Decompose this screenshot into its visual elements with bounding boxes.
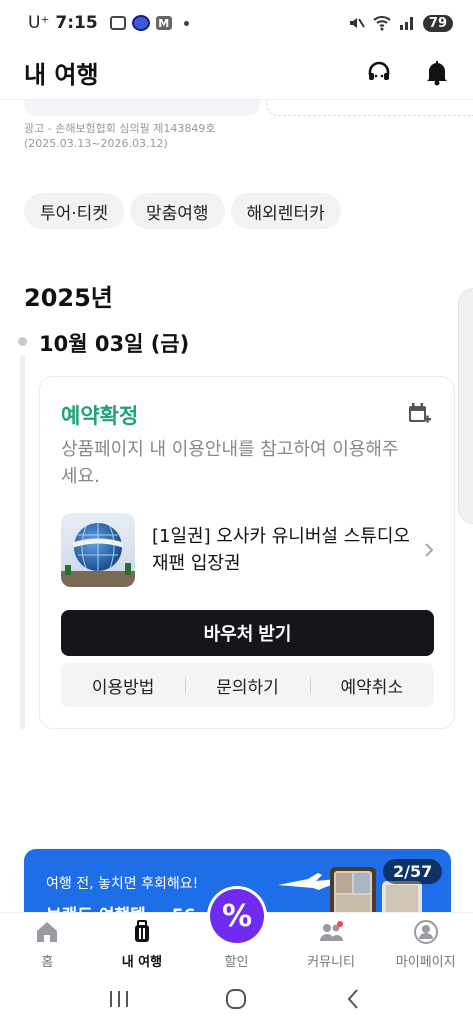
- ad-disclosure-period: (2025.03.13~2026.03.12): [24, 137, 168, 150]
- year-heading: 2025년: [24, 284, 113, 312]
- mute-icon: [349, 18, 365, 28]
- nav-my-page-label: 마이페이지: [395, 955, 456, 970]
- get-voucher-button[interactable]: 바우처 받기: [61, 610, 434, 656]
- suitcase-icon: [134, 920, 149, 942]
- how-to-use-button[interactable]: 이용방법: [61, 673, 185, 698]
- nav-discount-label: 할인: [224, 955, 249, 970]
- signal-icon: [399, 17, 413, 30]
- ad-banner-edge[interactable]: [24, 100, 260, 116]
- calendar-add-icon: [409, 403, 431, 423]
- chip-custom-trip[interactable]: 맞춤여행: [129, 193, 225, 229]
- product-name: [1일권] 오사카 유니버설 스튜디오 재팬 입장권: [152, 526, 410, 574]
- bell-icon: [427, 60, 447, 85]
- chip-tour-ticket[interactable]: 투어·티켓: [24, 193, 124, 229]
- booking-status: 예약확정: [61, 404, 139, 428]
- app-header: 내 여행: [0, 46, 473, 100]
- usage-guide-text: 상품페이지 내 이용안내를 참고하여 이용해주세요.: [61, 439, 399, 487]
- side-panel-handle[interactable]: [458, 288, 473, 524]
- recent-apps-icon[interactable]: [107, 989, 131, 1009]
- notifications-button[interactable]: [423, 59, 451, 87]
- category-chips: 투어·티켓 맞춤여행 해외렌터카: [24, 193, 341, 229]
- product-row[interactable]: [1일권] 오사카 유니버설 스튜디오 재팬 입장권: [61, 512, 436, 588]
- inquiry-button[interactable]: 문의하기: [185, 673, 309, 698]
- community-icon: [320, 921, 344, 941]
- status-right: 79: [347, 14, 453, 32]
- header-actions: [365, 59, 451, 87]
- cancel-booking-button[interactable]: 예약취소: [309, 673, 434, 698]
- timeline-line: [20, 355, 25, 729]
- timeline-dot: [18, 337, 27, 346]
- system-navigation-bar: [0, 974, 473, 1024]
- nav-home-label: 홈: [41, 955, 54, 970]
- discount-badge-icon[interactable]: %: [210, 889, 264, 943]
- screenshot-icon: [109, 16, 126, 30]
- profile-icon: [413, 920, 438, 944]
- carrier-label: U⁺: [28, 13, 50, 33]
- battery-icon: 79: [422, 14, 453, 32]
- status-left: U⁺ 7:15 M: [28, 13, 189, 33]
- booking-actions: 이용방법 문의하기 예약취소: [61, 663, 434, 707]
- ad-disclosure-line: 광고 - 손해보험협회 심의필 제143849호: [24, 122, 216, 135]
- nav-my-trips-label: 내 여행: [121, 955, 163, 970]
- booking-card: 예약확정 상품페이지 내 이용안내를 참고하여 이용해주세요. [1일권] 오사…: [39, 376, 455, 729]
- chevron-right-icon: [425, 543, 434, 557]
- back-icon[interactable]: [342, 987, 366, 1011]
- banner-subtitle: 여행 전, 놓치면 후회해요!: [46, 876, 199, 892]
- ad-disclosure: 광고 - 손해보험협회 심의필 제143849호 (2025.03.13~202…: [24, 121, 324, 151]
- nav-community-label: 커뮤니티: [307, 955, 355, 970]
- add-to-calendar-button[interactable]: [406, 401, 432, 427]
- product-thumbnail: [61, 513, 135, 587]
- support-headset-icon: [368, 61, 390, 80]
- universal-globe-image: [61, 513, 135, 587]
- support-button[interactable]: [365, 59, 393, 87]
- m-app-icon: M: [155, 16, 172, 30]
- app-badge-icon: [131, 15, 150, 31]
- wifi-icon: [373, 16, 391, 31]
- nav-my-page[interactable]: 마이페이지: [378, 913, 473, 974]
- clock: 7:15: [55, 13, 98, 33]
- home-icon: [37, 922, 58, 942]
- chip-overseas-rental[interactable]: 해외렌터카: [230, 193, 341, 229]
- booking-date: 10월 03일 (금): [39, 332, 190, 356]
- status-bar: U⁺ 7:15 M 79: [0, 0, 473, 46]
- ad-banner-edge-secondary: [266, 100, 473, 116]
- my-trips-screen: U⁺ 7:15 M 79 내 여행 광고 - 손해보험협회 심의필 제14384…: [0, 0, 473, 1024]
- nav-home[interactable]: 홈: [0, 913, 95, 974]
- nav-community[interactable]: 커뮤니티: [284, 913, 379, 974]
- page-title: 내 여행: [24, 61, 99, 89]
- home-button-icon[interactable]: [224, 987, 248, 1011]
- banner-page-counter: 2/57: [383, 859, 443, 884]
- nav-my-trips[interactable]: 내 여행: [95, 913, 190, 974]
- more-notifications-icon: [183, 20, 189, 26]
